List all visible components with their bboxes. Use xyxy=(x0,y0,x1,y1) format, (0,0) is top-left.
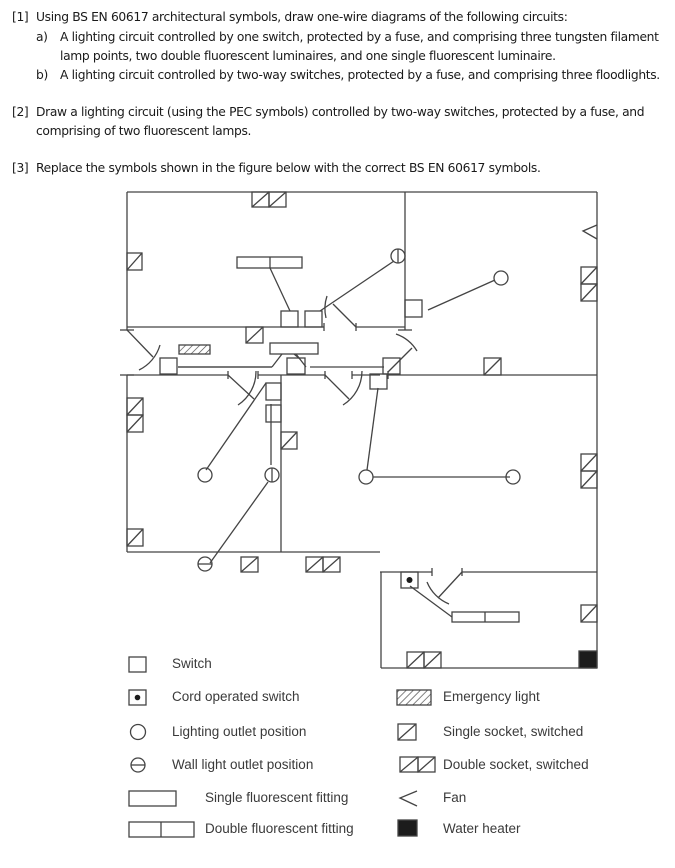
single-socket-icon xyxy=(580,604,598,623)
wall-light-outlet-icon xyxy=(130,757,146,773)
legend-label-single-fluorescent: Single fluorescent fitting xyxy=(205,790,349,805)
lighting-outlet-icon xyxy=(493,270,509,286)
double-fluorescent-icon xyxy=(451,611,520,623)
wall-light-outlet-icon xyxy=(197,556,213,572)
switch-icon xyxy=(382,357,401,375)
double-socket-icon xyxy=(580,266,598,302)
double-socket-icon xyxy=(251,191,287,208)
switch-icon xyxy=(280,310,299,328)
emergency-light-icon xyxy=(396,689,432,706)
switch-icon xyxy=(265,404,282,423)
switch-icon xyxy=(128,656,147,673)
wall-light-outlet-icon xyxy=(264,467,280,483)
legend-label-fan: Fan xyxy=(443,790,467,805)
legend-label-single-socket: Single socket, switched xyxy=(443,724,584,739)
legend-label-cord-switch: Cord operated switch xyxy=(172,689,300,704)
switch-icon xyxy=(304,310,323,328)
fan-icon xyxy=(398,790,418,807)
single-socket-icon xyxy=(280,431,298,450)
legend-label-double-socket: Double socket, switched xyxy=(443,757,589,772)
double-fluorescent-icon xyxy=(236,256,303,269)
single-socket-icon xyxy=(240,556,259,573)
cord-operated-switch-icon xyxy=(400,571,419,589)
lighting-outlet-icon xyxy=(358,469,374,485)
single-fluorescent-icon xyxy=(128,790,177,807)
wall-light-outlet-icon xyxy=(390,248,406,264)
double-socket-icon xyxy=(580,453,598,489)
emergency-light-icon xyxy=(178,344,211,355)
legend-label-emergency-light: Emergency light xyxy=(443,689,540,704)
double-socket-icon xyxy=(305,556,341,573)
single-socket-icon xyxy=(126,528,144,547)
fan-icon xyxy=(581,224,598,240)
water-heater-icon xyxy=(397,819,418,837)
cord-operated-switch-icon xyxy=(128,689,147,706)
single-fluorescent-icon xyxy=(269,342,319,355)
switch-icon xyxy=(159,357,178,375)
double-fluorescent-icon xyxy=(128,821,195,838)
walls xyxy=(120,191,598,669)
door-swings xyxy=(126,295,463,605)
single-socket-icon xyxy=(245,326,264,344)
water-heater-icon xyxy=(578,650,598,669)
lighting-outlet-icon xyxy=(129,723,147,741)
single-socket-icon xyxy=(397,723,417,741)
double-socket-icon xyxy=(126,397,144,433)
legend-label-switch: Switch xyxy=(172,656,212,671)
legend-label-water-heater: Water heater xyxy=(443,821,521,836)
legend-symbols xyxy=(128,656,436,838)
lighting-outlet-icon xyxy=(197,467,213,483)
single-socket-icon xyxy=(126,252,143,271)
switch-icon xyxy=(265,382,282,401)
double-socket-icon xyxy=(399,756,436,773)
single-socket-icon xyxy=(483,357,502,376)
legend-label-wall-light: Wall light outlet position xyxy=(172,757,314,772)
legend-label-lighting-outlet: Lighting outlet position xyxy=(172,724,307,739)
switch-icon xyxy=(369,373,388,390)
legend-label-double-fluorescent: Double fluorescent fitting xyxy=(205,821,354,836)
double-socket-icon xyxy=(406,651,442,669)
plan-symbols xyxy=(126,191,598,669)
switch-icon xyxy=(404,299,423,318)
switch-icon xyxy=(286,357,306,375)
